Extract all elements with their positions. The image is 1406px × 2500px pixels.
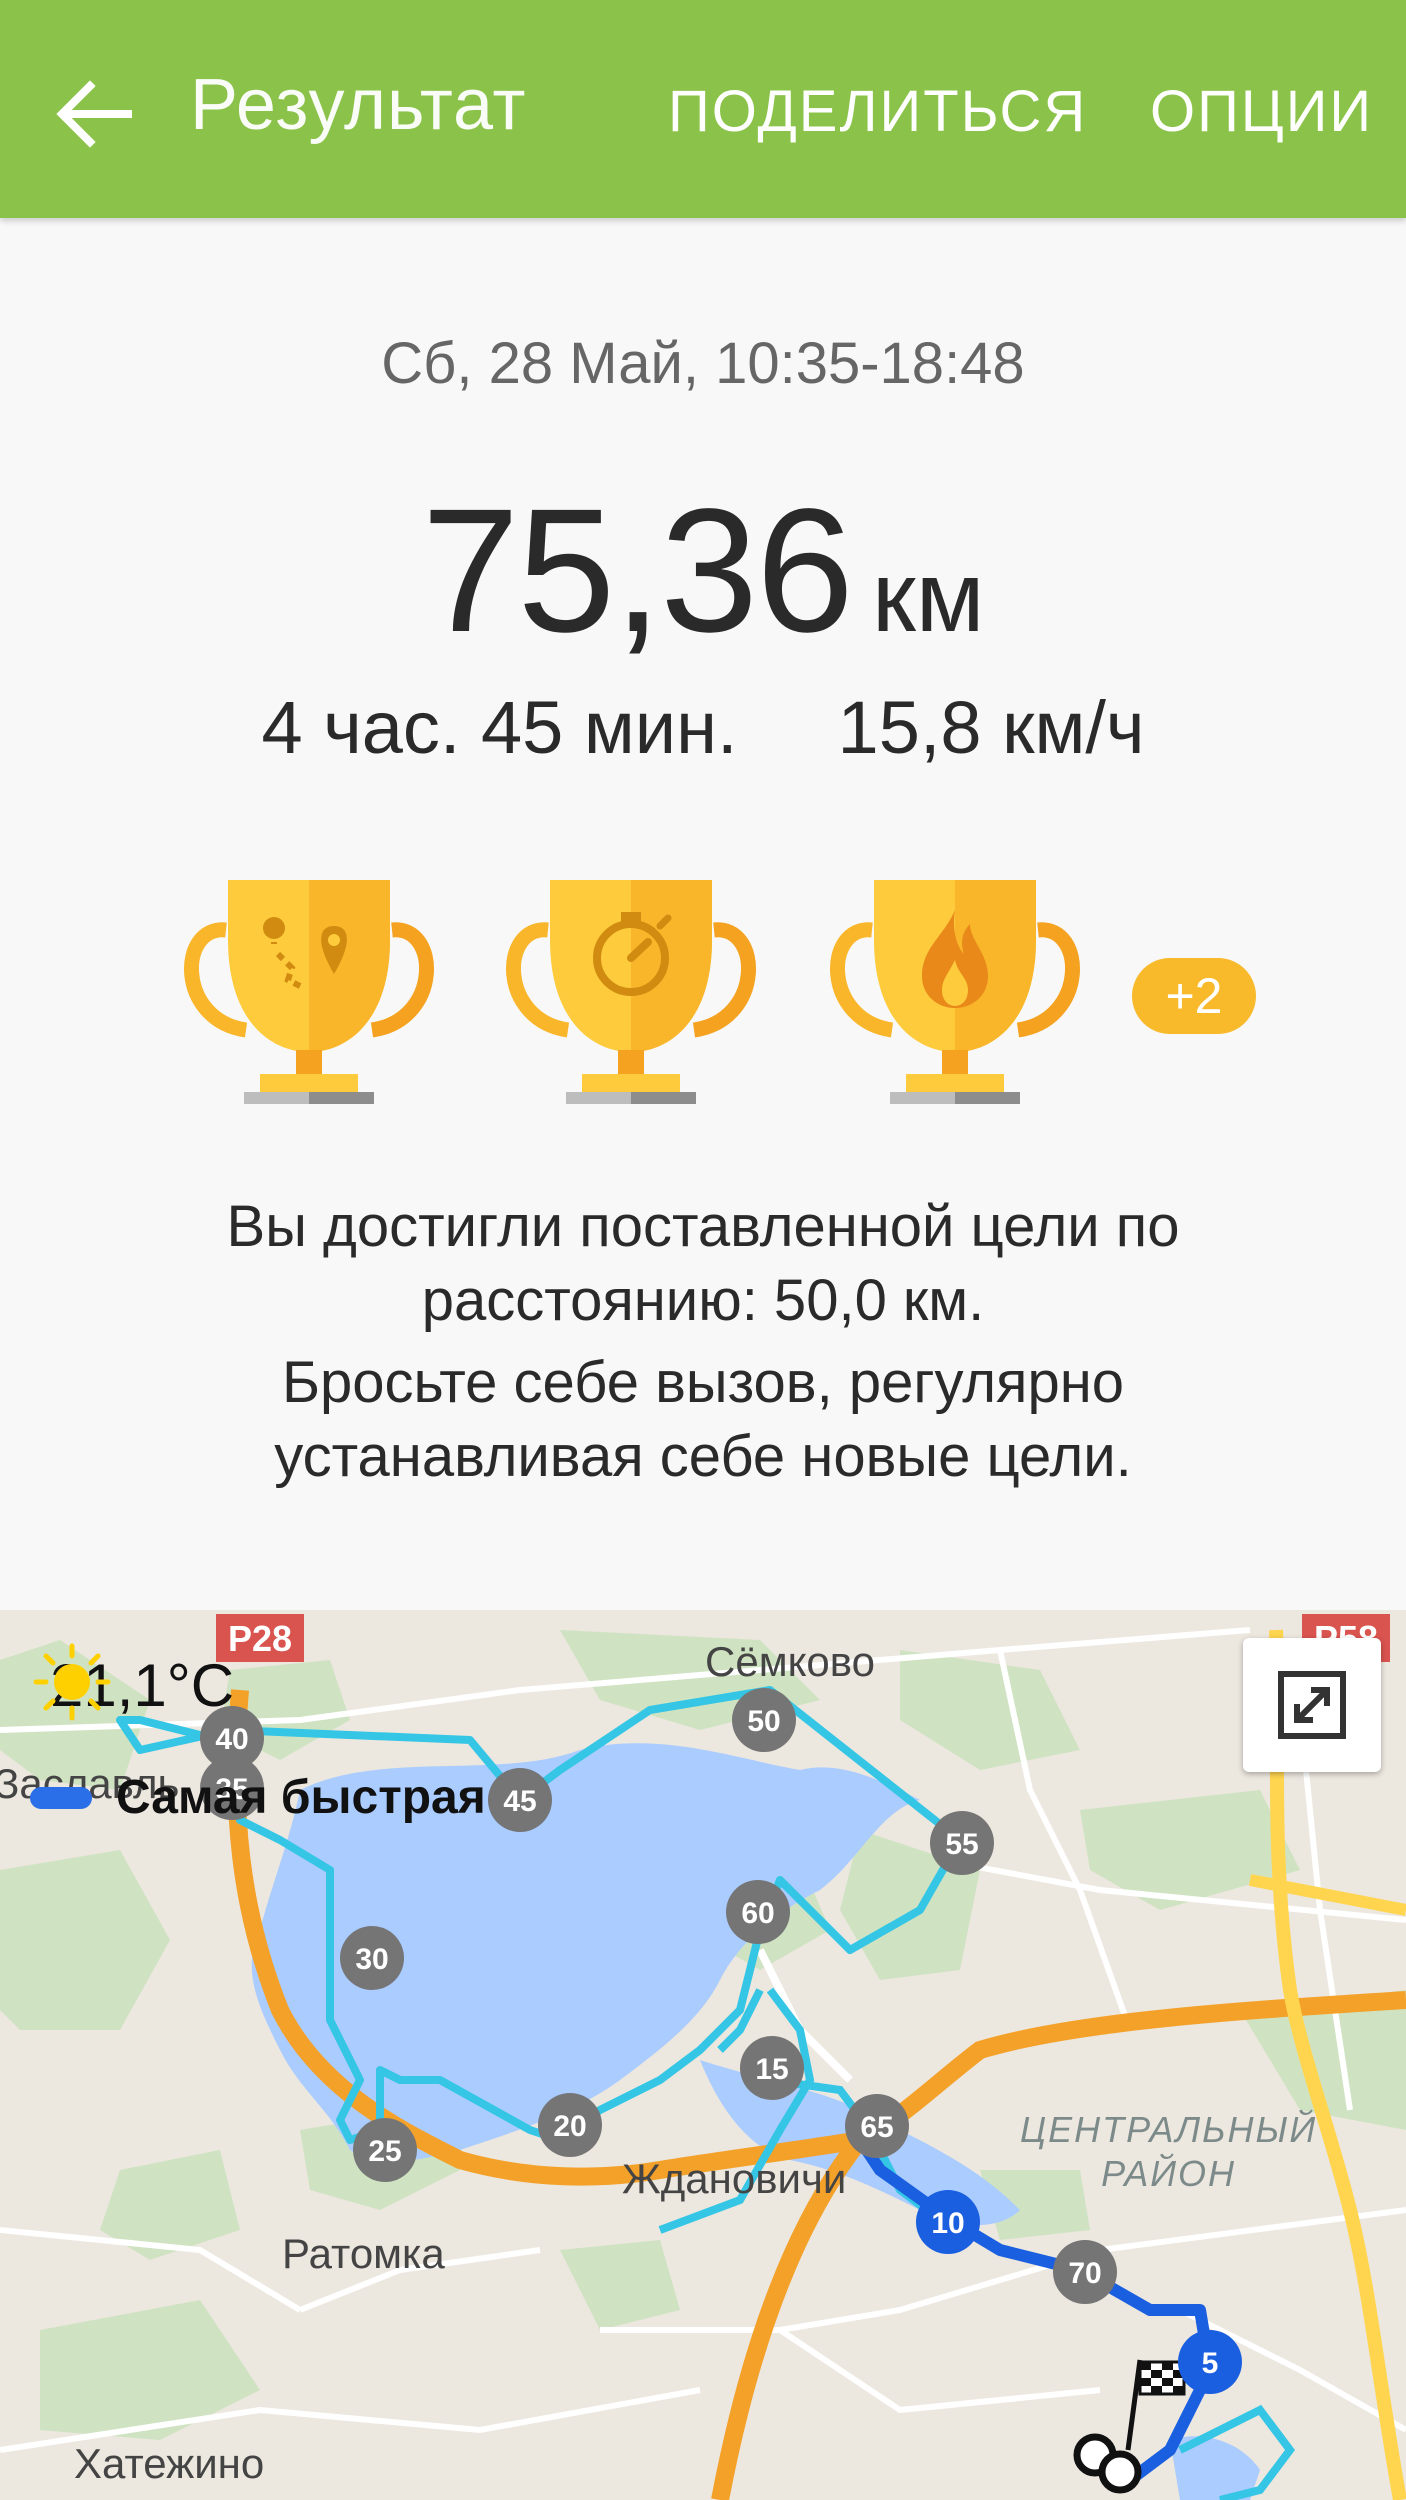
back-button[interactable]: [48, 68, 140, 160]
km-marker-10: 10: [916, 2190, 980, 2254]
svg-text:25: 25: [368, 2135, 401, 2168]
legend-fastest-label: Самая быстрая: [116, 1771, 486, 1824]
workout-date: Сб, 28 Май, 10:35-18:48: [381, 331, 1025, 396]
distance: 75,36 км: [0, 470, 1406, 672]
km-marker-20: 20: [538, 2093, 602, 2157]
distance-unit: км: [871, 541, 985, 653]
km-marker-25: 25: [353, 2118, 417, 2182]
share-button[interactable]: ПОДЕЛИТЬСЯ: [668, 78, 1087, 145]
place-central-district: ЦЕНТРАЛЬНЫЙ РАЙОН: [1020, 2109, 1318, 2194]
svg-text:50: 50: [747, 1705, 780, 1738]
km-marker-45: 45: [488, 1768, 552, 1832]
page-title: Результат: [190, 65, 527, 145]
svg-text:10: 10: [931, 2207, 964, 2240]
goal-message: Вы достигли поставленной цели по расстоя…: [100, 1190, 1306, 1494]
svg-text:5: 5: [1202, 2347, 1219, 2380]
expand-icon: [1278, 1671, 1346, 1739]
km-marker-60: 60: [726, 1880, 790, 1944]
stats-row: 4 час. 45 мин. 15,8 км/ч: [0, 685, 1406, 770]
km-marker-65: 65: [845, 2094, 909, 2158]
arrow-left-icon: [56, 80, 132, 148]
route-trophy-icon[interactable]: [178, 870, 440, 1120]
svg-text:15: 15: [755, 2053, 788, 2086]
map-legend: Самая быстрая: [30, 1770, 486, 1825]
place-zhdanovichi: Ждановичи: [622, 2155, 847, 2202]
more-trophies-badge[interactable]: +2: [1132, 958, 1256, 1034]
finish-flag-icon: [1073, 2359, 1186, 2494]
km-marker-55: 55: [930, 1811, 994, 1875]
distance-value: 75,36: [421, 473, 854, 669]
km-marker-50: 50: [732, 1688, 796, 1752]
challenge-text: Бросьте себе вызов, регулярно устанавлив…: [274, 1350, 1132, 1489]
svg-text:70: 70: [1068, 2257, 1101, 2290]
route-map[interactable]: 5 10 15 20 25 30 35 40 45 50 55 60 65 70…: [0, 1610, 1406, 2500]
calories-trophy-icon[interactable]: [824, 870, 1086, 1120]
svg-text:65: 65: [860, 2111, 893, 2144]
svg-text:55: 55: [945, 1828, 978, 1861]
sun-icon: [33, 1643, 111, 1721]
km-marker-5: 5: [1178, 2330, 1242, 2394]
legend-fastest-swatch: [30, 1786, 92, 1809]
svg-text:30: 30: [355, 1943, 388, 1976]
goal-achieved-text: Вы достигли поставленной цели по расстоя…: [226, 1194, 1180, 1333]
app-bar: Результат ПОДЕЛИТЬСЯ ОПЦИИ: [0, 0, 1406, 218]
stopwatch-trophy-icon[interactable]: [500, 870, 762, 1120]
weather-info: 21,1°C: [30, 1640, 234, 1730]
duration-value: 4 час. 45 мин.: [261, 686, 738, 769]
place-semkovo: Сёмково: [705, 1638, 875, 1685]
speed-value: 15,8 км/ч: [837, 686, 1145, 769]
svg-text:45: 45: [503, 1785, 536, 1818]
km-marker-30: 30: [340, 1926, 404, 1990]
place-ratomka: Ратомка: [282, 2230, 445, 2277]
svg-text:20: 20: [553, 2110, 586, 2143]
map-canvas: 5 10 15 20 25 30 35 40 45 50 55 60 65 70: [0, 1627, 1406, 2500]
place-khatezhino: Хатежино: [74, 2440, 265, 2487]
svg-text:60: 60: [741, 1897, 774, 1930]
options-button[interactable]: ОПЦИИ: [1150, 78, 1373, 145]
expand-map-button[interactable]: [1243, 1638, 1381, 1772]
km-marker-15: 15: [740, 2036, 804, 2100]
km-marker-70: 70: [1053, 2240, 1117, 2304]
